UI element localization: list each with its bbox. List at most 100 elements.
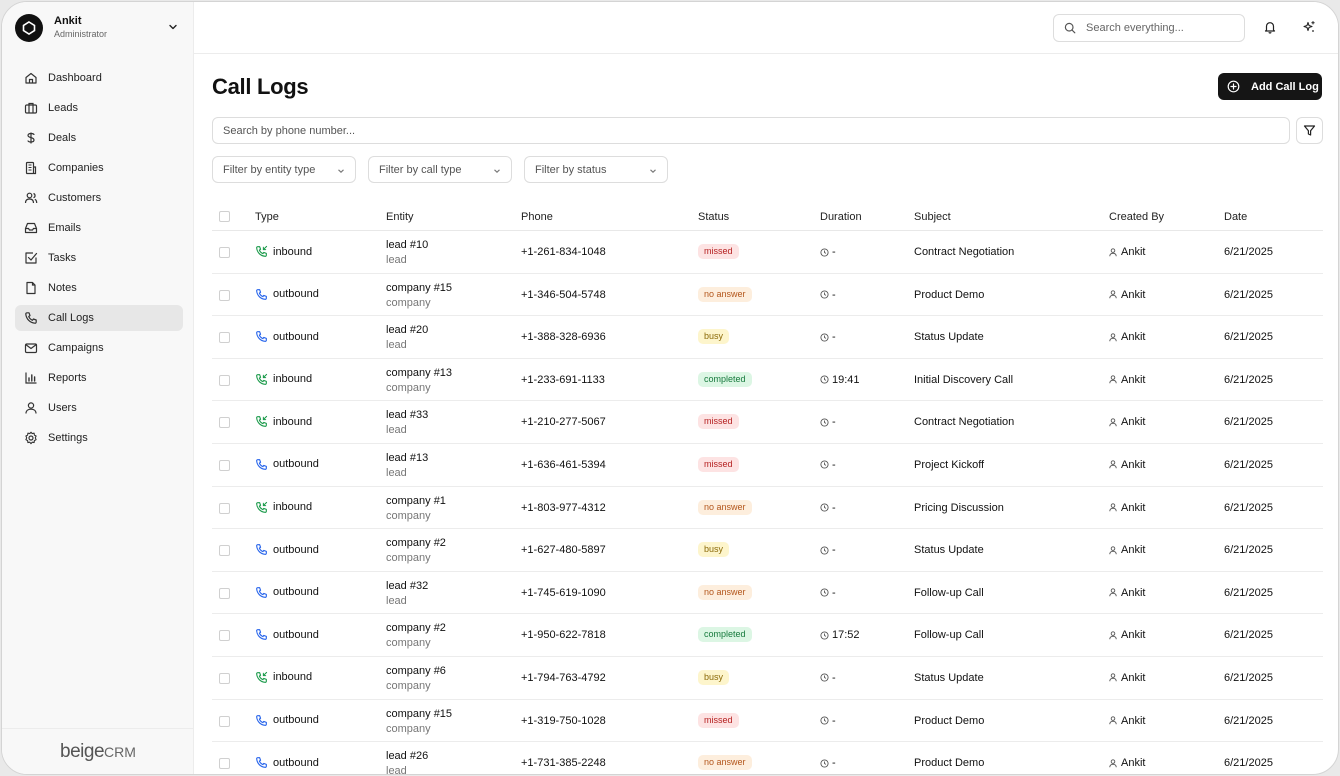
sidebar-item-customers[interactable]: Customers (15, 185, 183, 211)
sidebar-item-call-logs[interactable]: Call Logs (15, 305, 183, 331)
row-checkbox[interactable] (219, 630, 230, 642)
entity-type: lead (386, 254, 407, 266)
call-type: outbound (273, 628, 319, 641)
entity-type: company (386, 296, 431, 309)
sidebar-item-campaigns[interactable]: Campaigns (15, 335, 183, 361)
phone-incoming-icon (256, 245, 268, 257)
row-checkbox[interactable] (219, 545, 230, 557)
row-checkbox[interactable] (219, 672, 230, 684)
row-checkbox[interactable] (219, 417, 230, 429)
duration-value: - (832, 714, 836, 727)
table-row[interactable]: outbound company #15 company +1-346-504-574… (212, 274, 1323, 317)
chevron-down-icon[interactable] (167, 21, 179, 33)
cell-created-by: Ankit (1109, 416, 1145, 428)
bell-icon[interactable] (1263, 20, 1277, 34)
header-type[interactable]: Type (255, 211, 279, 223)
cell-type: inbound (255, 671, 312, 684)
table-row[interactable]: outbound company #2 company +1-950-622-7818… (212, 614, 1323, 657)
status-badge: missed (698, 244, 739, 259)
user-menu[interactable]: Ankit Administrator (2, 2, 194, 54)
header-entity[interactable]: Entity (386, 211, 414, 223)
phone-outgoing-icon (256, 459, 267, 470)
phone-incoming-icon (256, 373, 268, 385)
table-row[interactable]: outbound lead #20 lead +1-388-328-6936 busy -… (212, 316, 1323, 359)
row-checkbox[interactable] (219, 247, 230, 258)
global-search-input[interactable]: Search everything... (1053, 14, 1245, 42)
table-row[interactable]: outbound lead #13 lead +1-636-461-5394 misse… (212, 444, 1323, 487)
phone-incoming-icon (256, 501, 268, 513)
add-call-log-button[interactable]: Add Call Log (1218, 73, 1322, 100)
row-checkbox[interactable] (219, 758, 230, 770)
funnel-icon (1303, 125, 1316, 136)
user-icon (1109, 247, 1117, 256)
table-row[interactable]: inbound lead #10 lead +1-261-834-1048 missed… (212, 231, 1323, 274)
status-badge: missed (698, 712, 739, 728)
user-icon (1109, 758, 1117, 767)
cell-subject: Follow-up Call (914, 586, 984, 599)
clock-icon (820, 460, 829, 470)
duration-value: - (832, 288, 836, 301)
entity-type-filter[interactable]: Filter by entity type (212, 156, 356, 183)
header-duration[interactable]: Duration (820, 211, 862, 223)
table-header: Type Entity Phone Status Duration Subjec… (212, 203, 1323, 231)
table-row[interactable]: outbound company #15 company +1-319-750-102… (212, 700, 1323, 743)
call-type: outbound (273, 458, 319, 471)
sidebar-item-notes[interactable]: Notes (15, 275, 183, 301)
sidebar-item-leads[interactable]: Leads (15, 95, 183, 121)
status-badge: no answer (698, 584, 752, 600)
table-row[interactable]: inbound company #1 company +1-803-977-4312 n… (212, 487, 1323, 530)
call-type: inbound (273, 415, 313, 428)
user-role: Administrator (54, 29, 108, 39)
row-checkbox[interactable] (219, 289, 230, 301)
created-by-name: Ankit (1121, 544, 1146, 557)
row-checkbox[interactable] (219, 332, 230, 344)
sidebar-item-companies[interactable]: Companies (15, 155, 183, 181)
row-checkbox[interactable] (219, 587, 230, 599)
header-status[interactable]: Status (698, 211, 729, 223)
table-row[interactable]: inbound lead #33 lead +1-210-277-5067 missed… (212, 401, 1323, 444)
row-checkbox[interactable] (219, 502, 230, 514)
sparkles-icon[interactable] (1302, 20, 1316, 34)
logo-icon (22, 21, 36, 35)
phone-search-input[interactable]: Search by phone number... (212, 117, 1290, 144)
entity-type: company (386, 509, 431, 522)
table-row[interactable]: outbound lead #26 lead +1-731-385-2248 no an… (212, 742, 1323, 774)
header-created-by[interactable]: Created By (1109, 211, 1164, 223)
user-icon (1109, 375, 1117, 384)
avatar (15, 14, 43, 42)
clock-icon (820, 333, 829, 342)
table-row[interactable]: inbound company #13 company +1-233-691-1133… (212, 359, 1323, 402)
row-checkbox[interactable] (219, 374, 230, 386)
sidebar-item-dashboard[interactable]: Dashboard (15, 65, 183, 91)
users-icon (24, 192, 38, 204)
cell-phone: +1-950-622-7818 (521, 629, 606, 642)
global-search-placeholder: Search everything... (1086, 22, 1184, 34)
table-row[interactable]: outbound company #2 company +1-627-480-5897… (212, 529, 1323, 572)
cell-entity: lead #10 lead (386, 238, 428, 268)
header-date[interactable]: Date (1224, 211, 1247, 223)
sidebar-item-users[interactable]: Users (15, 395, 183, 421)
status-filter[interactable]: Filter by status (524, 156, 668, 183)
row-checkbox[interactable] (219, 459, 230, 471)
sidebar-item-settings[interactable]: Settings (15, 425, 183, 451)
cell-date: 6/21/2025 (1224, 544, 1273, 557)
sidebar-item-reports[interactable]: Reports (15, 365, 183, 391)
status-badge: no answer (698, 499, 752, 515)
header-subject[interactable]: Subject (914, 211, 951, 223)
entity-type: lead (386, 594, 407, 607)
call-type-filter[interactable]: Filter by call type (368, 156, 512, 183)
row-checkbox[interactable] (219, 715, 230, 727)
cell-status: no answer (698, 755, 752, 771)
sidebar-item-emails[interactable]: Emails (15, 215, 183, 241)
sidebar-item-tasks[interactable]: Tasks (15, 245, 183, 271)
table-row[interactable]: outbound lead #32 lead +1-745-619-1090 no an… (212, 572, 1323, 615)
table-row[interactable]: inbound company #6 company +1-794-763-4792 b… (212, 657, 1323, 700)
cell-phone: +1-388-328-6936 (521, 331, 606, 344)
filter-button[interactable] (1296, 117, 1323, 144)
call-type: outbound (273, 330, 319, 343)
sidebar-item-deals[interactable]: Deals (15, 125, 183, 151)
select-all-checkbox[interactable] (219, 211, 230, 222)
header-phone[interactable]: Phone (521, 211, 553, 223)
created-by-name: Ankit (1121, 288, 1146, 301)
user-icon (25, 402, 37, 414)
